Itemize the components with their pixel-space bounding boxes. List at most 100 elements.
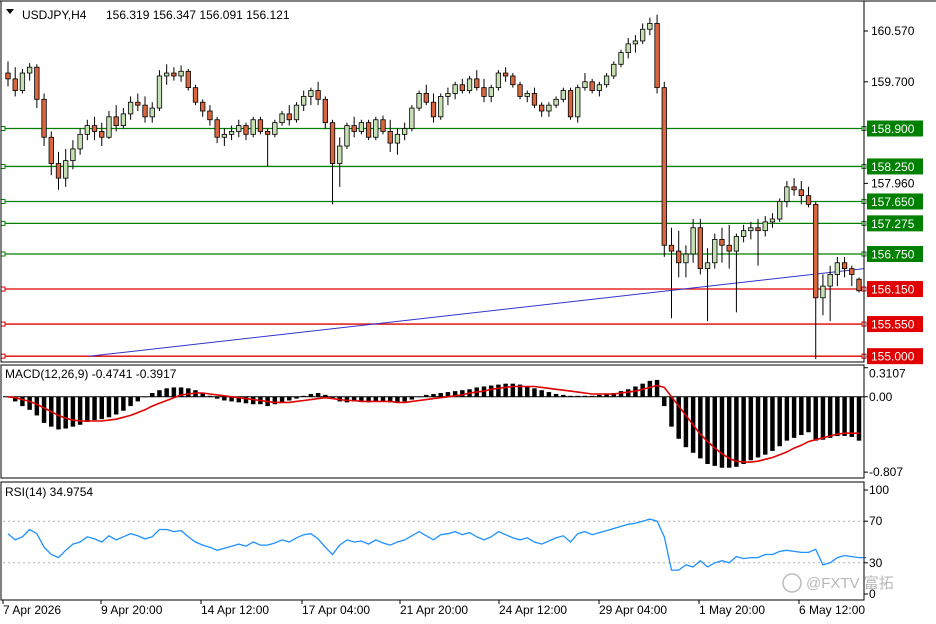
candle-body: [813, 203, 819, 299]
time-tick-label: 9 Apr 20:00: [101, 603, 163, 617]
candle-body: [77, 133, 83, 150]
macd-histogram-bar: [553, 393, 559, 397]
macd-histogram-bar: [301, 395, 306, 397]
candle-body: [510, 75, 516, 86]
candle-body: [127, 101, 134, 115]
candle-body: [84, 125, 90, 135]
candle-body: [34, 66, 40, 100]
candle-body: [48, 136, 54, 164]
candle-body: [214, 119, 220, 138]
candle-body: [704, 262, 711, 270]
macd-histogram-bar: [741, 396, 746, 464]
macd-histogram-bar: [488, 385, 494, 397]
chart-header: USDJPY,H4 156.319 156.347 156.091 156.12…: [6, 8, 290, 22]
macd-histogram-bar: [835, 396, 840, 436]
candle-body: [640, 28, 646, 42]
macd-histogram-bar: [510, 383, 516, 397]
level-tag-label: 158.900: [871, 122, 915, 136]
macd-histogram-bar: [222, 396, 227, 401]
candle-body: [697, 227, 703, 270]
candle-body: [207, 110, 213, 121]
candle-body: [402, 128, 408, 135]
rsi-tick-label: 100: [869, 483, 889, 497]
price-tick-label: 159.700: [871, 75, 915, 89]
candle-body: [264, 131, 271, 135]
candle-body: [805, 195, 812, 205]
time-tick-label: 17 Apr 04:00: [302, 603, 370, 617]
candle-body: [524, 93, 530, 97]
candle-body: [5, 72, 11, 80]
candle-body: [531, 93, 538, 106]
level-anchor: [0, 353, 6, 359]
rsi-label: RSI(14) 34.9754: [5, 485, 93, 499]
candle-body: [373, 119, 379, 138]
macd-histogram-bar: [849, 396, 855, 437]
candle-body: [596, 84, 603, 91]
candle-body: [322, 98, 328, 124]
macd-histogram-bar: [207, 395, 213, 397]
candle-body: [63, 160, 69, 179]
macd-histogram-bar: [532, 388, 537, 397]
candle: [654, 14, 660, 94]
macd-histogram-bar: [92, 396, 97, 421]
candle-body: [19, 72, 26, 91]
candle-body: [394, 133, 401, 144]
candle-body: [135, 101, 141, 106]
macd-histogram-bar: [568, 395, 573, 397]
candle-body: [849, 268, 855, 275]
candle-body: [416, 93, 422, 109]
level-anchor: [0, 163, 6, 169]
macd-histogram-bar: [827, 396, 833, 438]
candle-body: [762, 221, 768, 232]
candle: [192, 84, 199, 106]
time-tick-label: 21 Apr 20:00: [400, 603, 468, 617]
candle-body: [250, 119, 256, 135]
macd-histogram-bar: [712, 396, 717, 466]
macd-histogram-bar: [214, 396, 220, 399]
macd-histogram-bar: [806, 396, 811, 433]
level-anchor: [0, 126, 6, 132]
level-anchor: [0, 321, 6, 327]
candle: [661, 81, 667, 257]
candle: [293, 102, 300, 123]
candle-body: [603, 75, 610, 86]
macd-histogram-bar: [157, 390, 162, 397]
macd-histogram-bar: [308, 393, 314, 397]
macd-histogram-bar: [171, 387, 177, 397]
candle-body: [798, 189, 804, 197]
candle: [272, 119, 278, 138]
macd-histogram-bar: [698, 396, 703, 459]
candle-body: [647, 23, 653, 30]
candle-body: [683, 253, 689, 264]
candle-body: [315, 90, 321, 100]
candle-body: [192, 87, 199, 103]
macd-histogram-bar: [113, 396, 119, 415]
candle-body: [755, 227, 761, 232]
macd-histogram-bar: [164, 388, 169, 397]
macd-histogram-bar: [647, 380, 653, 397]
macd-histogram-bar: [763, 396, 768, 455]
candle-body: [257, 119, 264, 132]
candle-body: [553, 98, 559, 106]
candle-body: [26, 66, 33, 74]
rsi-tick-label: 70: [869, 514, 883, 528]
candle-body: [611, 63, 617, 77]
macd-histogram-bar: [705, 396, 710, 464]
candle-body: [221, 133, 227, 138]
level-anchor: [0, 286, 6, 292]
candle-body: [769, 218, 776, 223]
candle-body: [41, 98, 47, 138]
candle-body: [719, 239, 725, 246]
macd-histogram-bar: [777, 396, 782, 447]
candle: [438, 93, 444, 120]
candle-body: [279, 113, 285, 124]
candle-body: [243, 125, 249, 135]
level-tag-label: 156.750: [871, 248, 915, 262]
macd-histogram-bar: [748, 396, 754, 461]
price-tick-label: 157.960: [871, 176, 915, 190]
candle: [495, 70, 502, 91]
candle: [344, 122, 350, 149]
candle: [185, 68, 191, 91]
candle-body: [387, 131, 393, 144]
trading-chart[interactable]: 160.570 159.700 157.960 158.900 158.250 157.6…: [0, 0, 936, 624]
